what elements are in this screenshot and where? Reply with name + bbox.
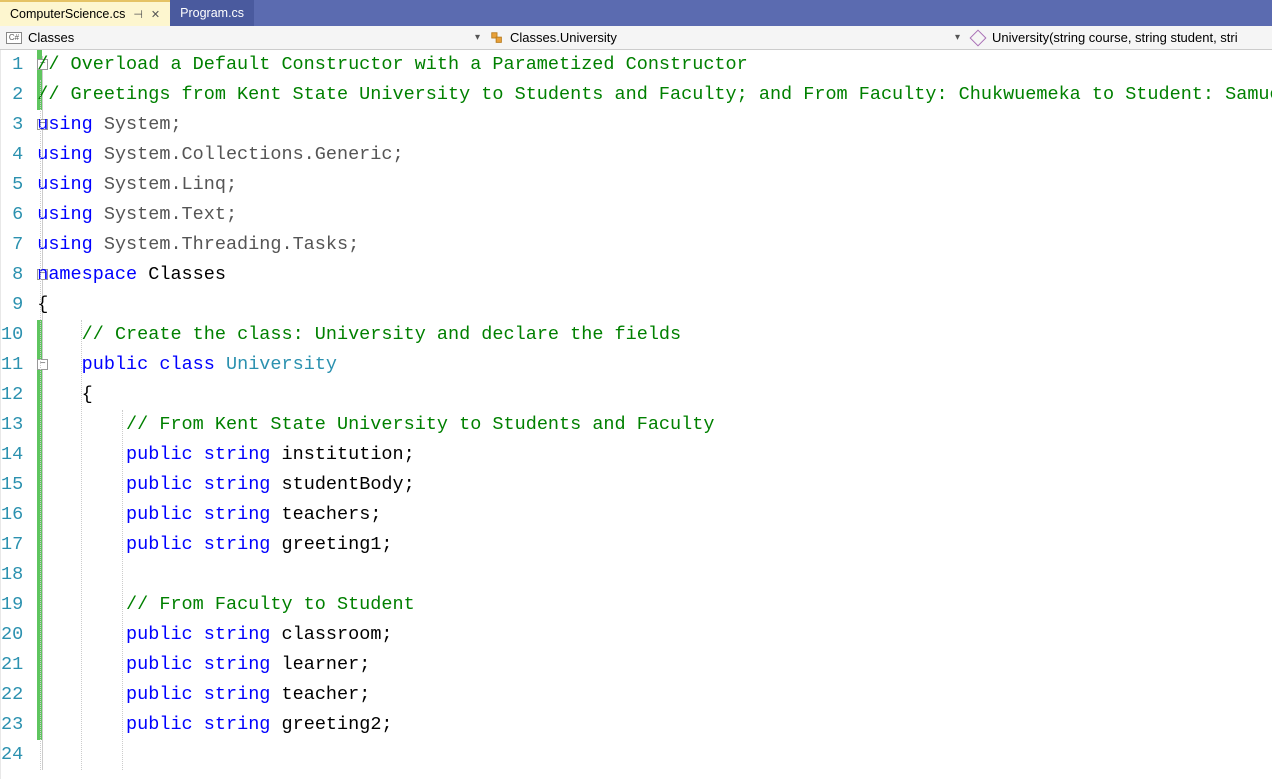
code-line[interactable]: public string studentBody;	[37, 470, 1272, 500]
line-number: 5	[1, 170, 23, 200]
code-area[interactable]: // Overload a Default Constructor with a…	[37, 50, 1272, 779]
member-selector[interactable]: University(string course, string student…	[964, 26, 1272, 49]
code-line[interactable]: using System.Threading.Tasks;	[37, 230, 1272, 260]
code-line[interactable]: // From Faculty to Student	[37, 590, 1272, 620]
code-line[interactable]: {	[37, 290, 1272, 320]
class-name: Classes.University	[510, 30, 617, 45]
indent-guide	[40, 80, 41, 770]
pin-icon[interactable]: ⊣	[133, 8, 143, 21]
code-line[interactable]: using System.Collections.Generic;	[37, 140, 1272, 170]
line-number: 19	[1, 590, 23, 620]
code-line[interactable]: public string classroom;	[37, 620, 1272, 650]
line-number: 8	[1, 260, 23, 290]
code-line[interactable]: // Overload a Default Constructor with a…	[37, 50, 1272, 80]
member-name: University(string course, string student…	[992, 30, 1238, 45]
code-line[interactable]: using System.Linq;	[37, 170, 1272, 200]
line-number: 13	[1, 410, 23, 440]
line-number: 14	[1, 440, 23, 470]
tab-computerscience[interactable]: ComputerScience.cs ⊣ ✕	[0, 0, 170, 26]
indent-guide	[122, 410, 123, 770]
tab-program[interactable]: Program.cs	[170, 0, 254, 26]
line-number: 10	[1, 320, 23, 350]
line-number: 9	[1, 290, 23, 320]
chevron-down-icon: ▾	[955, 32, 960, 43]
code-line[interactable]: using System;	[37, 110, 1272, 140]
tab-bar: ComputerScience.cs ⊣ ✕ Program.cs	[0, 0, 1272, 26]
code-line[interactable]: {	[37, 380, 1272, 410]
project-name: Classes	[28, 30, 74, 45]
code-line[interactable]: namespace Classes	[37, 260, 1272, 290]
code-line[interactable]: public string greeting2;	[37, 710, 1272, 740]
line-number-gutter: 123456789101112131415161718192021222324	[1, 50, 37, 779]
line-number: 11	[1, 350, 23, 380]
indent-guide	[81, 320, 82, 770]
code-line[interactable]: public string teacher;	[37, 680, 1272, 710]
code-line[interactable]: public string greeting1;	[37, 530, 1272, 560]
line-number: 23	[1, 710, 23, 740]
project-selector[interactable]: C# Classes ▾	[0, 26, 484, 49]
line-number: 12	[1, 380, 23, 410]
line-number: 6	[1, 200, 23, 230]
line-number: 7	[1, 230, 23, 260]
code-line[interactable]	[37, 740, 1272, 770]
code-line[interactable]: // Greetings from Kent State University …	[37, 80, 1272, 110]
line-number: 18	[1, 560, 23, 590]
code-line[interactable]: public string learner;	[37, 650, 1272, 680]
line-number: 1	[1, 50, 23, 80]
chevron-down-icon: ▾	[475, 32, 480, 43]
line-number: 22	[1, 680, 23, 710]
line-number: 16	[1, 500, 23, 530]
code-line[interactable]: using System.Text;	[37, 200, 1272, 230]
line-number: 21	[1, 650, 23, 680]
line-number: 4	[1, 140, 23, 170]
class-icon	[490, 31, 504, 45]
tab-label: ComputerScience.cs	[10, 7, 125, 21]
line-number: 2	[1, 80, 23, 110]
class-selector[interactable]: Classes.University ▾	[484, 26, 964, 49]
csharp-icon: C#	[6, 32, 22, 44]
code-line[interactable]: public string teachers;	[37, 500, 1272, 530]
line-number: 15	[1, 470, 23, 500]
line-number: 24	[1, 740, 23, 770]
navigation-bar: C# Classes ▾ Classes.University ▾ Univer…	[0, 26, 1272, 50]
code-line[interactable]: public class University	[37, 350, 1272, 380]
line-number: 20	[1, 620, 23, 650]
tab-label: Program.cs	[180, 6, 244, 20]
code-editor[interactable]: 123456789101112131415161718192021222324 …	[0, 50, 1272, 779]
close-icon[interactable]: ✕	[151, 8, 160, 21]
method-icon	[970, 29, 987, 46]
line-number: 17	[1, 530, 23, 560]
code-line[interactable]: public string institution;	[37, 440, 1272, 470]
code-line[interactable]	[37, 560, 1272, 590]
code-line[interactable]: // From Kent State University to Student…	[37, 410, 1272, 440]
line-number: 3	[1, 110, 23, 140]
code-line[interactable]: // Create the class: University and decl…	[37, 320, 1272, 350]
